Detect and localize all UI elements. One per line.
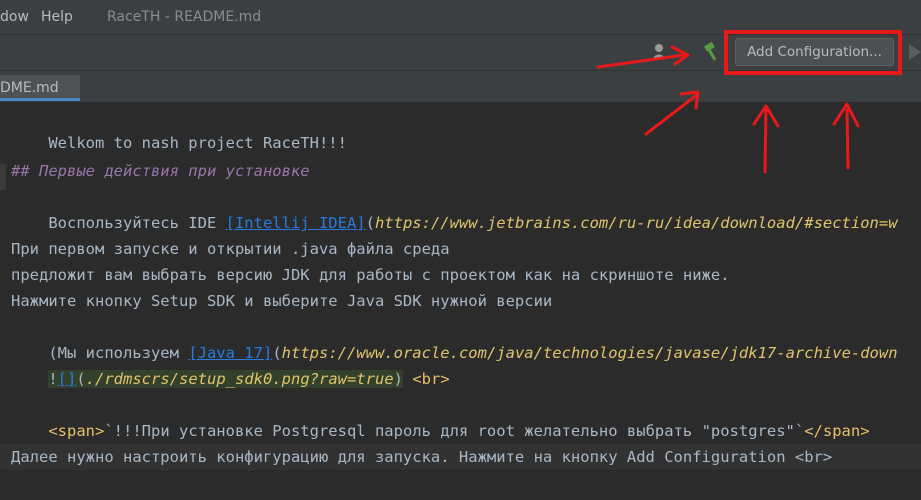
editor-line-6: При первом запуске и открытии .java файл… bbox=[11, 240, 450, 258]
editor-line-image: ![](./rdmscrs/setup_sdk0.png?raw=true) <… bbox=[48, 370, 450, 388]
tab-active-indicator bbox=[0, 98, 80, 101]
user-icon[interactable] bbox=[650, 42, 668, 64]
image-link[interactable]: ![](./rdmscrs/setup_sdk0.png?raw=true) bbox=[48, 370, 403, 388]
annotation-highlight-box bbox=[724, 30, 902, 75]
fold-marker bbox=[0, 164, 6, 190]
editor-tab-bar: DME.md bbox=[0, 71, 921, 103]
editor-line-ide: Воспользуйтесь IDE [Intellij IDEA](https… bbox=[48, 214, 898, 232]
editor-line-heading: ## Первые действия при установке bbox=[11, 162, 310, 180]
url-jetbrains[interactable]: https://www.jetbrains.com/ru-ru/idea/dow… bbox=[375, 214, 898, 232]
tab-label: DME.md bbox=[0, 80, 59, 96]
menu-window[interactable]: dow bbox=[0, 9, 29, 25]
editor-line-span: <span>`!!!При установке Postgresql парол… bbox=[48, 422, 870, 440]
editor-area[interactable]: Welkom to nash project RaceTH!!! ## Перв… bbox=[0, 102, 921, 500]
link-intellij[interactable]: [Intellij IDEA] bbox=[226, 214, 366, 232]
tab-readme[interactable]: DME.md bbox=[0, 75, 80, 101]
editor-line-14: Далее нужно настроить конфигурацию для з… bbox=[11, 448, 833, 466]
menu-help[interactable]: Help bbox=[41, 9, 73, 25]
editor-line-8: Нажмите кнопку Setup SDK и выберите Java… bbox=[11, 292, 553, 310]
editor-line-7: предложит вам выбрать версию JDK для раб… bbox=[11, 266, 730, 284]
window-title: RaceTH - README.md bbox=[107, 9, 262, 25]
editor-line-java: (Мы используем [Java 17](https://www.ora… bbox=[48, 344, 898, 362]
run-icon[interactable] bbox=[909, 44, 921, 64]
build-hammer-icon[interactable] bbox=[702, 41, 722, 66]
editor-line-1: Welkom to nash project RaceTH!!! bbox=[48, 134, 347, 152]
